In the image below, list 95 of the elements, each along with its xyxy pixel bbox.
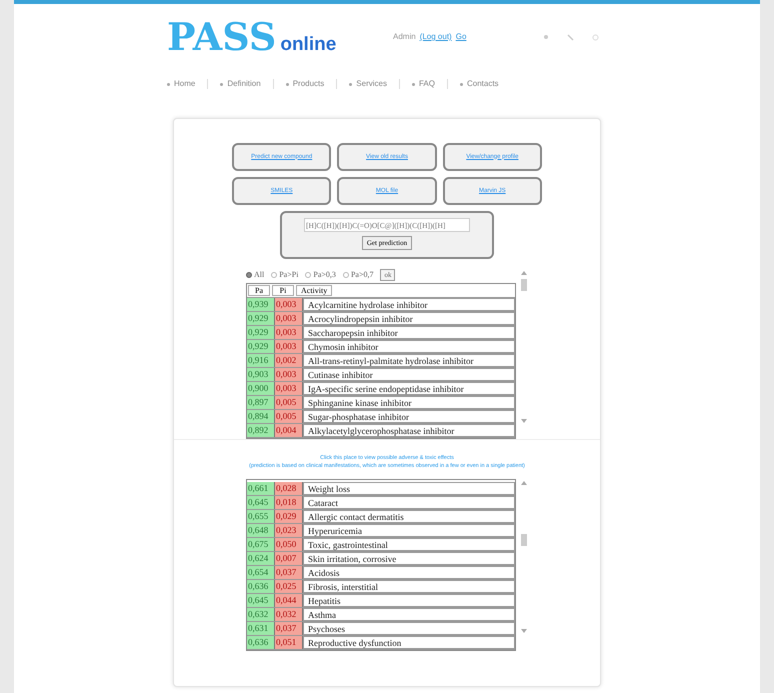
pi-cell: 0,044 <box>275 594 303 606</box>
nav-link[interactable]: Products <box>292 78 324 90</box>
bullet-icon <box>349 82 352 86</box>
activity-cell: Weight loss <box>303 482 515 494</box>
nav-link[interactable]: Home <box>174 78 196 90</box>
radio-label: Pa>0,3 <box>313 269 336 281</box>
logo-subtext: online <box>280 34 336 56</box>
pi-cell: 0,037 <box>275 622 303 634</box>
pa-cell: 0,624 <box>247 552 275 564</box>
pi-cell: 0,025 <box>275 580 303 592</box>
pa-cell: 0,645 <box>247 496 275 508</box>
pi-cell: 0,005 <box>275 396 303 409</box>
pi-cell: 0,037 <box>275 566 303 578</box>
nav-link[interactable]: FAQ <box>418 78 435 90</box>
activity-cell: Reproductive dysfunction <box>303 636 515 648</box>
pa-cell: 0,654 <box>247 566 275 578</box>
pi-cell: 0,028 <box>275 482 303 494</box>
logout-link[interactable]: (Log out) <box>420 31 452 43</box>
pa-cell: 0,929 <box>247 340 275 353</box>
pa-cell: 0,636 <box>247 580 275 592</box>
pa-cell: 0,916 <box>247 354 275 367</box>
radio-label: Pa>0,7 <box>350 269 374 281</box>
radio-label: All <box>254 269 264 281</box>
pa-cell: 0,645 <box>247 594 275 606</box>
pa-cell: 0,894 <box>247 410 275 423</box>
activity-cell: Sugar-phosphatase inhibitor <box>303 410 515 423</box>
bullet-icon <box>286 82 289 86</box>
pa-cell: 0,897 <box>247 396 275 409</box>
activity-cell: Hyperuricemia <box>303 524 515 536</box>
pi-cell: 0,018 <box>275 496 303 508</box>
nav-link[interactable]: Services <box>356 78 387 90</box>
pa-cell: 0,675 <box>247 538 275 550</box>
pa-cell: 0,939 <box>247 298 275 311</box>
pa-cell: 0,632 <box>247 608 275 620</box>
pa-cell: 0,661 <box>247 482 275 494</box>
activity-cell: Alkylacetylglycerophosphatase inhibitor <box>303 424 515 437</box>
radio-button[interactable] <box>342 272 349 278</box>
pi-cell: 0,023 <box>275 524 303 536</box>
activity-cell: Allergic contact dermatitis <box>303 510 515 522</box>
pa-cell: 0,636 <box>247 636 275 648</box>
activity-cell: Saccharopepsin inhibitor <box>303 326 515 339</box>
pa-cell: 0,655 <box>247 510 275 522</box>
pi-cell: 0,003 <box>275 326 303 339</box>
bullet-icon <box>460 82 463 86</box>
go-link[interactable]: Go <box>456 31 466 43</box>
pi-cell: 0,007 <box>275 552 303 564</box>
pi-cell: 0,003 <box>275 340 303 353</box>
activity-cell: Toxic, gastrointestinal <box>303 538 515 550</box>
column-header[interactable]: Activity <box>296 285 332 296</box>
activity-cell: Psychoses <box>303 622 515 634</box>
pi-cell: 0,003 <box>275 368 303 381</box>
logo-text: PASS <box>167 18 276 56</box>
pa-cell: 0,929 <box>247 326 275 339</box>
user-name: Admin <box>393 31 416 43</box>
activity-cell: Acrocylindropepsin inhibitor <box>303 312 515 325</box>
activity-cell: Chymosin inhibitor <box>303 340 515 353</box>
radio-button[interactable] <box>246 272 252 278</box>
bullet-icon <box>220 82 224 86</box>
pi-cell: 0,003 <box>275 382 303 395</box>
pi-cell: 0,032 <box>275 608 303 620</box>
pi-cell: 0,003 <box>275 312 303 325</box>
nav-link[interactable]: Contacts <box>466 78 499 90</box>
radio-label: Pa>Pi <box>279 269 298 281</box>
pa-cell: 0,631 <box>247 622 275 634</box>
radio-button[interactable] <box>271 272 278 278</box>
nav-link[interactable]: Definition <box>227 78 261 90</box>
activity-cell: Acidosis <box>303 566 515 578</box>
pa-cell: 0,892 <box>247 424 275 437</box>
column-header[interactable]: Pa <box>248 285 270 296</box>
activity-cell: Asthma <box>303 608 515 620</box>
activity-cell: Cataract <box>303 496 515 508</box>
activity-cell: All-trans-retinyl-palmitate hydrolase inhibitor <box>303 354 515 367</box>
pi-cell: 0,051 <box>275 636 303 648</box>
activity-cell: Fibrosis, interstitial <box>303 580 515 592</box>
pi-cell: 0,029 <box>275 510 303 522</box>
pi-cell: 0,005 <box>275 410 303 423</box>
column-header[interactable]: Pi <box>272 285 294 296</box>
activity-cell: Acylcarnitine hydrolase inhibitor <box>303 298 515 311</box>
radio-button[interactable] <box>305 272 312 278</box>
bullet-icon <box>412 82 415 86</box>
pa-cell: 0,900 <box>247 382 275 395</box>
dot-icon[interactable] <box>543 34 549 40</box>
activity-cell: Skin irritation, corrosive <box>303 552 515 564</box>
pa-cell: 0,929 <box>247 312 275 325</box>
pi-cell: 0,004 <box>275 424 303 437</box>
bullet-icon <box>167 82 170 86</box>
pa-cell: 0,648 <box>247 524 275 536</box>
pi-cell: 0,003 <box>275 298 303 311</box>
activity-cell: Cutinase inhibitor <box>303 368 515 381</box>
pa-cell: 0,903 <box>247 368 275 381</box>
pi-cell: 0,002 <box>275 354 303 367</box>
activity-cell: IgA-specific serine endopeptidase inhibitor <box>303 382 515 395</box>
activity-cell: Sphinganine kinase inhibitor <box>303 396 515 409</box>
activity-cell: Hepatitis <box>303 594 515 606</box>
pi-cell: 0,050 <box>275 538 303 550</box>
